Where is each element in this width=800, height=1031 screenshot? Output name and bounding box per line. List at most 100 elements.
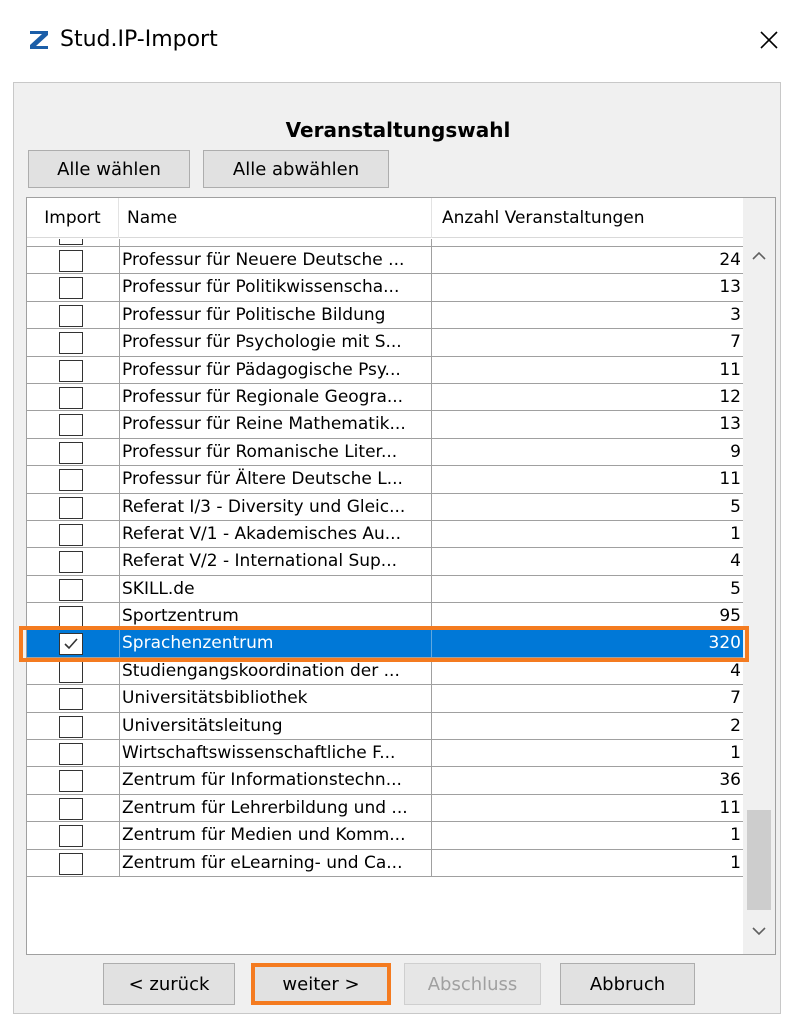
chevron-down-icon — [752, 927, 766, 936]
table-row[interactable]: Referat I/3 - Diversity und Gleic... 5 — [27, 493, 743, 521]
import-checkbox[interactable] — [59, 239, 83, 245]
count-cell: 1 — [730, 825, 741, 846]
import-cell — [27, 658, 119, 684]
import-checkbox[interactable] — [59, 797, 83, 820]
name-cell: Professur für Romanische Liter... — [119, 438, 432, 466]
table-row[interactable]: Professur für Politikwissenscha... 13 — [27, 274, 743, 302]
table-row[interactable]: Professur für Neuere Deutsche ... 24 — [27, 247, 743, 275]
import-checkbox[interactable] — [59, 414, 83, 437]
select-all-button[interactable]: Alle wählen — [28, 150, 190, 188]
count-cell: 11 — [719, 359, 741, 380]
import-checkbox[interactable] — [59, 469, 83, 492]
table-body: Professur für Neuere Deutsche ... 24 Profe… — [27, 247, 743, 877]
count-cell: 13 — [719, 277, 741, 298]
import-cell — [27, 439, 119, 465]
table-row[interactable]: Sprachenzentrum 320 — [27, 630, 743, 658]
close-button[interactable] — [752, 20, 786, 60]
name-cell: Zentrum für Lehrerbildung und ... — [119, 794, 432, 822]
table-row[interactable]: Professur für Politische Bildung 3 — [27, 301, 743, 330]
import-checkbox[interactable] — [59, 852, 83, 875]
name-cell: Wirtschaftswissenschaftliche F... — [119, 740, 432, 767]
import-checkbox[interactable] — [59, 332, 83, 355]
import-checkbox[interactable] — [59, 551, 83, 574]
column-header-import[interactable]: Import — [27, 198, 119, 238]
import-checkbox[interactable] — [59, 825, 83, 848]
back-button[interactable]: < zurück — [103, 963, 235, 1005]
stud-ip-import-dialog: Stud.IP-Import Veranstaltungswahl Alle w… — [0, 0, 800, 1031]
import-checkbox[interactable] — [59, 578, 83, 601]
table-row[interactable]: Professur für Ältere Deutsche L... 11 — [27, 466, 743, 494]
table-row[interactable]: Professur für Romanische Liter... 9 — [27, 438, 743, 467]
import-cell — [27, 411, 119, 437]
import-cell — [27, 713, 119, 739]
import-checkbox[interactable] — [59, 277, 83, 300]
next-button[interactable]: weiter > — [251, 963, 391, 1005]
table-row[interactable]: Professur für Pädagogische Psy... 11 — [27, 356, 743, 384]
table-row[interactable]: Zentrum für eLearning- und Ca... 1 — [27, 849, 743, 877]
import-cell — [27, 740, 119, 766]
column-header-count[interactable]: Anzahl Veranstaltungen — [432, 198, 743, 238]
import-checkbox[interactable] — [59, 660, 83, 683]
table-row[interactable]: Universitätsbibliothek 7 — [27, 685, 743, 713]
close-icon — [760, 31, 778, 49]
table-row[interactable]: Zentrum für Lehrerbildung und ... 11 — [27, 794, 743, 823]
import-checkbox[interactable] — [59, 606, 83, 629]
count-cell: 36 — [719, 770, 741, 791]
import-cell — [27, 548, 119, 574]
import-checkbox[interactable] — [59, 633, 83, 656]
import-checkbox[interactable] — [59, 386, 83, 409]
table-row[interactable]: Universitätsleitung 2 — [27, 712, 743, 741]
import-checkbox[interactable] — [59, 743, 83, 766]
cancel-button[interactable]: Abbruch — [560, 963, 695, 1005]
table-row[interactable]: Sportzentrum 95 — [27, 603, 743, 631]
name-cell: Universitätsbibliothek — [119, 685, 432, 712]
table-row[interactable]: Professur für Regionale Geogra... 12 — [27, 383, 743, 412]
name-cell: SKILL.de — [119, 575, 432, 603]
name-cell: Zentrum für Informationstechn... — [119, 767, 432, 794]
table-row[interactable]: Professur für Reine Mathematik... 13 — [27, 411, 743, 439]
name-cell: Professur für Neuere Deutsche ... — [119, 247, 432, 274]
import-checkbox[interactable] — [59, 359, 83, 382]
title-bar: Stud.IP-Import — [0, 0, 800, 82]
import-checkbox[interactable] — [59, 496, 83, 519]
table-row[interactable]: Wirtschaftswissenschaftliche F... 1 — [27, 740, 743, 768]
name-cell: Sprachenzentrum — [119, 630, 432, 657]
column-header-name[interactable]: Name — [119, 198, 432, 238]
count-cell: 1 — [730, 743, 741, 764]
scrollbar-thumb[interactable] — [747, 810, 771, 910]
import-cell — [27, 795, 119, 821]
count-cell: 3 — [730, 304, 741, 325]
import-checkbox[interactable] — [59, 715, 83, 738]
table-row[interactable]: SKILL.de 5 — [27, 575, 743, 604]
name-cell: Professur für Regionale Geogra... — [119, 383, 432, 411]
count-cell: 4 — [730, 660, 741, 681]
table-row[interactable]: Zentrum für Informationstechn... 36 — [27, 767, 743, 795]
scroll-up-button[interactable] — [743, 238, 775, 274]
deselect-all-button[interactable]: Alle abwählen — [203, 150, 389, 188]
table-row[interactable]: Zentrum für Medien und Komm... 1 — [27, 822, 743, 850]
import-checkbox[interactable] — [59, 523, 83, 546]
import-checkbox[interactable] — [59, 304, 83, 327]
count-cell: 5 — [730, 496, 741, 517]
dialog-body: Veranstaltungswahl Alle wählen Alle abwä… — [13, 82, 781, 1014]
import-checkbox[interactable] — [59, 770, 83, 793]
partially-visible-row — [27, 239, 743, 247]
table-row[interactable]: Referat V/2 - International Sup... 4 — [27, 548, 743, 576]
name-cell: Professur für Reine Mathematik... — [119, 411, 432, 438]
name-cell: Professur für Politikwissenscha... — [119, 274, 432, 301]
name-cell: Referat V/2 - International Sup... — [119, 548, 432, 575]
name-cell: Universitätsleitung — [119, 712, 432, 740]
import-checkbox[interactable] — [59, 250, 83, 272]
import-checkbox[interactable] — [59, 441, 83, 464]
import-cell — [27, 576, 119, 602]
import-checkbox[interactable] — [59, 688, 83, 711]
name-cell: Sportzentrum — [119, 603, 432, 630]
table-row[interactable]: Referat V/1 - Akademisches Au... 1 — [27, 520, 743, 549]
table-row[interactable]: Studiengangskoordination der ... 4 — [27, 657, 743, 686]
count-cell: 13 — [719, 414, 741, 435]
table-row[interactable]: Professur für Psychologie mit S... 7 — [27, 329, 743, 357]
count-cell: 11 — [719, 797, 741, 818]
scroll-down-button[interactable] — [743, 913, 775, 949]
name-cell: Referat V/1 - Akademisches Au... — [119, 520, 432, 548]
vertical-scrollbar[interactable] — [743, 198, 775, 954]
